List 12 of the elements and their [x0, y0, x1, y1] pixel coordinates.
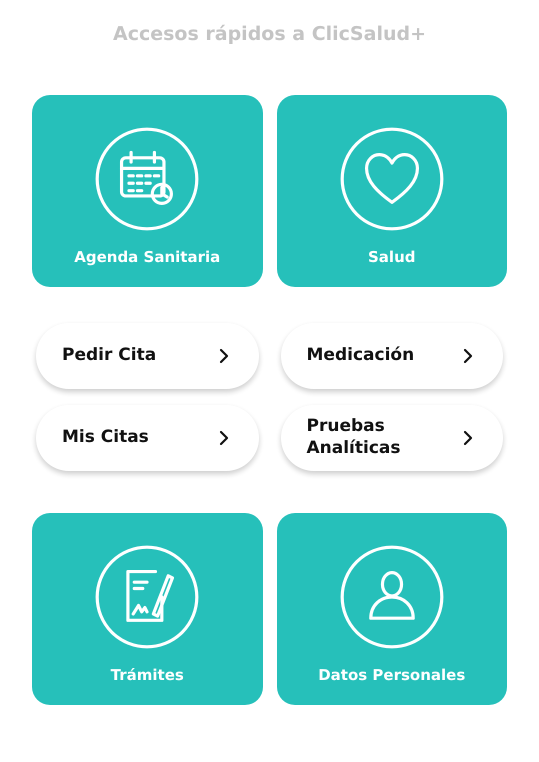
link-button[interactable]: Pruebas Analíticas [280, 404, 503, 470]
link-button[interactable]: Pedir Cita [36, 322, 258, 388]
chevron-right-icon [218, 430, 228, 446]
link-button[interactable]: Medicación [280, 322, 503, 388]
document-pen-icon [94, 544, 200, 650]
chevron-right-icon [218, 348, 228, 364]
page-title: Accesos rápidos a ClicSalud+ [112, 22, 426, 47]
calendar-clock-icon [94, 126, 200, 232]
person-icon [338, 544, 445, 650]
link-button[interactable]: Mis Citas [36, 404, 258, 470]
chevron-right-icon [463, 348, 473, 364]
chevron-right-icon [463, 430, 473, 446]
